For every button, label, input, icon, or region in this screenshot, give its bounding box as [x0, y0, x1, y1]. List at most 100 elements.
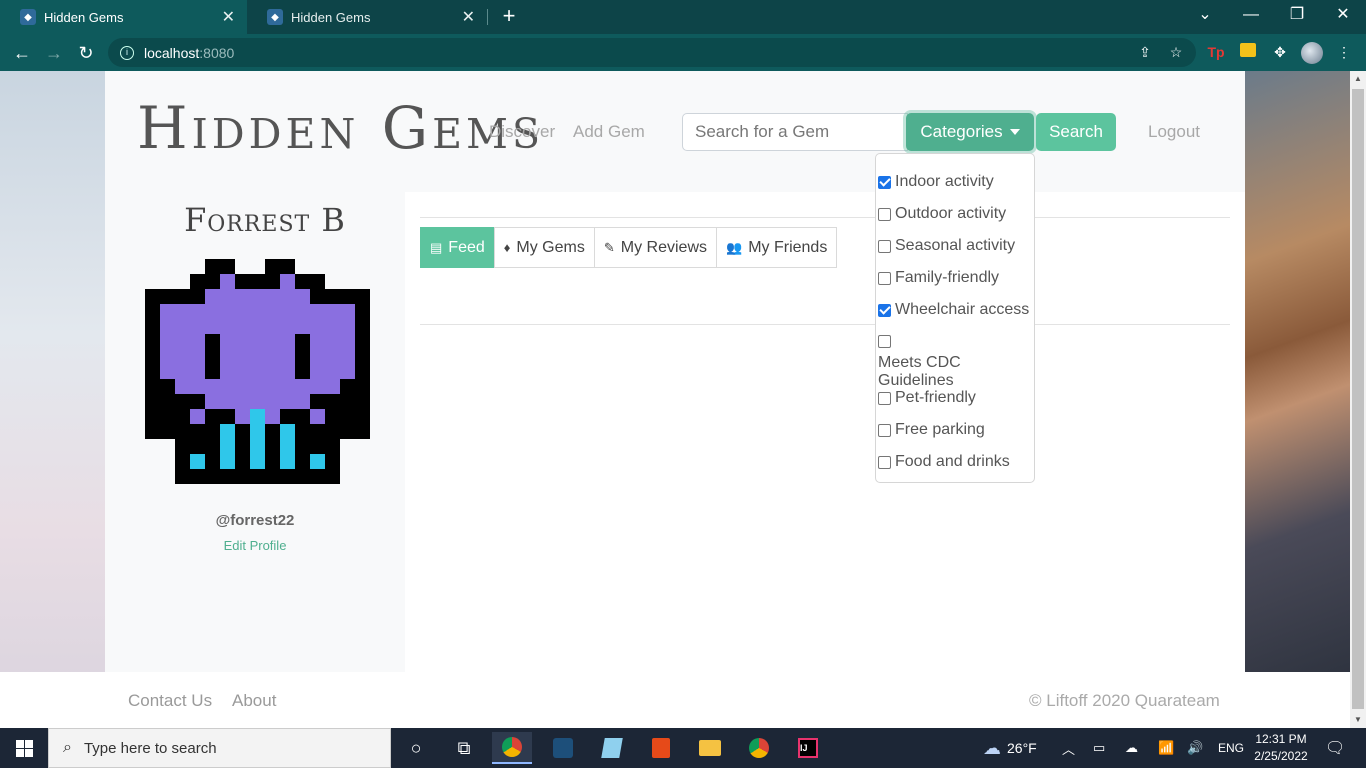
- category-item[interactable]: Family-friendly: [876, 262, 1034, 294]
- info-icon[interactable]: i: [120, 45, 134, 60]
- category-item[interactable]: Pet-friendly: [876, 382, 1034, 414]
- categories-label: Categories: [920, 122, 1003, 141]
- search-button[interactable]: Search: [1036, 113, 1116, 151]
- checkbox[interactable]: [878, 303, 891, 317]
- tp-extension-icon[interactable]: Tp: [1206, 42, 1226, 62]
- browser-tab[interactable]: ◆ Hidden Gems ✕: [247, 0, 487, 34]
- address-toolbar: ← → ↻ i localhost:8080 ⇪ ☆ Tp ✥ ⋮: [0, 34, 1366, 71]
- category-item[interactable]: Indoor activity: [876, 166, 1034, 198]
- windows-start-button[interactable]: [0, 728, 48, 768]
- category-item[interactable]: Seasonal activity: [876, 230, 1034, 262]
- mysql-workbench-icon[interactable]: [543, 732, 583, 764]
- gem-icon: ♦: [503, 240, 511, 255]
- office-icon[interactable]: [641, 732, 681, 764]
- checkbox[interactable]: [878, 391, 891, 405]
- site-logo[interactable]: Hidden Gems: [137, 93, 544, 163]
- wifi-icon[interactable]: 📶: [1158, 728, 1174, 768]
- checkbox[interactable]: [878, 271, 891, 285]
- back-arrow-icon[interactable]: ←: [9, 40, 35, 66]
- browser-tab-active[interactable]: ◆ Hidden Gems ✕: [0, 0, 247, 34]
- page-scrollbar[interactable]: ▲ ▼: [1350, 71, 1366, 728]
- checkbox[interactable]: [878, 455, 891, 469]
- checkbox[interactable]: [878, 423, 891, 437]
- new-tab-button[interactable]: +: [498, 5, 520, 27]
- page-viewport: Hidden Gems Discover Add Gem Categories …: [0, 71, 1350, 728]
- categories-dropdown-button[interactable]: Categories: [906, 113, 1034, 151]
- task-view-icon[interactable]: ⧉: [444, 732, 484, 764]
- background-image: [1245, 71, 1350, 672]
- search-input[interactable]: [682, 113, 908, 151]
- checkbox[interactable]: [878, 207, 891, 221]
- file-explorer-icon[interactable]: [690, 732, 730, 764]
- tray-chevron-icon[interactable]: ︿: [1062, 728, 1075, 768]
- category-item[interactable]: Wheelchair access: [876, 294, 1034, 326]
- nav-discover[interactable]: Discover: [489, 122, 555, 142]
- tab-my-reviews[interactable]: ✎ My Reviews: [593, 227, 717, 268]
- minimize-button[interactable]: —: [1228, 0, 1274, 30]
- main-panel: ▤ Feed ♦ My Gems ✎ My Reviews 👥 My Frien…: [405, 192, 1245, 672]
- profile-avatar-icon[interactable]: [1301, 42, 1323, 64]
- nav-add-gem[interactable]: Add Gem: [573, 122, 645, 142]
- divider: [420, 217, 1230, 218]
- close-tab-icon[interactable]: ✕: [222, 7, 235, 27]
- category-label: Free parking: [895, 421, 985, 438]
- cortana-icon[interactable]: ○: [396, 732, 436, 764]
- category-item[interactable]: Food and drinks: [876, 446, 1034, 478]
- weather-widget[interactable]: ☁ 26°F: [983, 728, 1037, 768]
- tab-my-gems[interactable]: ♦ My Gems: [493, 227, 595, 268]
- share-icon[interactable]: ⇪: [1135, 42, 1155, 62]
- category-label: Wheelchair access: [895, 301, 1030, 318]
- people-icon: 👥: [726, 239, 743, 255]
- forward-arrow-icon[interactable]: →: [41, 40, 67, 66]
- edit-profile-link[interactable]: Edit Profile: [165, 538, 345, 553]
- footer-about-link[interactable]: About: [232, 691, 276, 711]
- category-label: Family-friendly: [895, 269, 1000, 286]
- close-window-button[interactable]: ✕: [1320, 0, 1366, 30]
- note-extension-icon[interactable]: [1238, 42, 1258, 62]
- footer-contact-link[interactable]: Contact Us: [128, 691, 212, 711]
- tab-title: Hidden Gems: [44, 9, 124, 25]
- profile-handle: @forrest22: [215, 512, 295, 529]
- caret-down-icon: [1009, 129, 1020, 135]
- url-port: :8080: [199, 44, 235, 61]
- chrome-taskbar-icon[interactable]: [492, 732, 532, 764]
- tab-search-chevron-icon[interactable]: ⌄: [1182, 0, 1228, 30]
- profile-name: Forrest B: [184, 201, 346, 239]
- taskbar-search-box[interactable]: ⌕ Type here to search: [48, 728, 391, 768]
- reload-icon[interactable]: ↻: [73, 40, 99, 66]
- tab-feed[interactable]: ▤ Feed: [420, 227, 495, 268]
- battery-icon[interactable]: ▭: [1093, 728, 1105, 768]
- checkbox[interactable]: [878, 175, 891, 189]
- tab-separator: [487, 9, 488, 25]
- tab-my-friends[interactable]: 👥 My Friends: [716, 227, 838, 268]
- checkbox[interactable]: [878, 335, 891, 348]
- scroll-down-icon[interactable]: ▼: [1350, 712, 1366, 728]
- menu-kebab-icon[interactable]: ⋮: [1334, 42, 1354, 62]
- puzzle-icon[interactable]: ✥: [1270, 42, 1290, 62]
- taskbar-search-placeholder: Type here to search: [83, 739, 217, 757]
- scroll-up-icon[interactable]: ▲: [1350, 71, 1366, 87]
- close-tab-icon[interactable]: ✕: [462, 7, 475, 27]
- tab-title: Hidden Gems: [291, 9, 371, 25]
- restore-button[interactable]: ❐: [1274, 0, 1320, 30]
- language-indicator[interactable]: ENG: [1218, 728, 1244, 768]
- tab-label: My Reviews: [620, 238, 707, 256]
- category-item[interactable]: Meets CDC Guidelines: [876, 326, 1034, 389]
- scrollbar-thumb[interactable]: [1352, 89, 1364, 709]
- category-item[interactable]: Free parking: [876, 414, 1034, 446]
- taskbar-clock[interactable]: 12:31 PM 2/25/2022: [1251, 731, 1311, 765]
- cloud-icon: ☁: [983, 737, 1001, 758]
- checkbox[interactable]: [878, 239, 891, 253]
- notepad-icon[interactable]: [592, 732, 632, 764]
- chrome-profile-icon[interactable]: [739, 732, 779, 764]
- notification-icon[interactable]: 🗨: [1325, 728, 1345, 768]
- category-item[interactable]: Outdoor activity: [876, 198, 1034, 230]
- volume-icon[interactable]: 🔊: [1187, 728, 1203, 768]
- onedrive-icon[interactable]: ☁: [1125, 728, 1138, 768]
- category-label: Outdoor activity: [895, 205, 1007, 222]
- bookmark-star-icon[interactable]: ☆: [1166, 42, 1186, 62]
- intellij-icon[interactable]: IJ: [788, 732, 828, 764]
- address-bar[interactable]: i localhost:8080: [108, 38, 1196, 67]
- logout-link[interactable]: Logout: [1148, 122, 1200, 142]
- url-host: localhost: [144, 44, 200, 61]
